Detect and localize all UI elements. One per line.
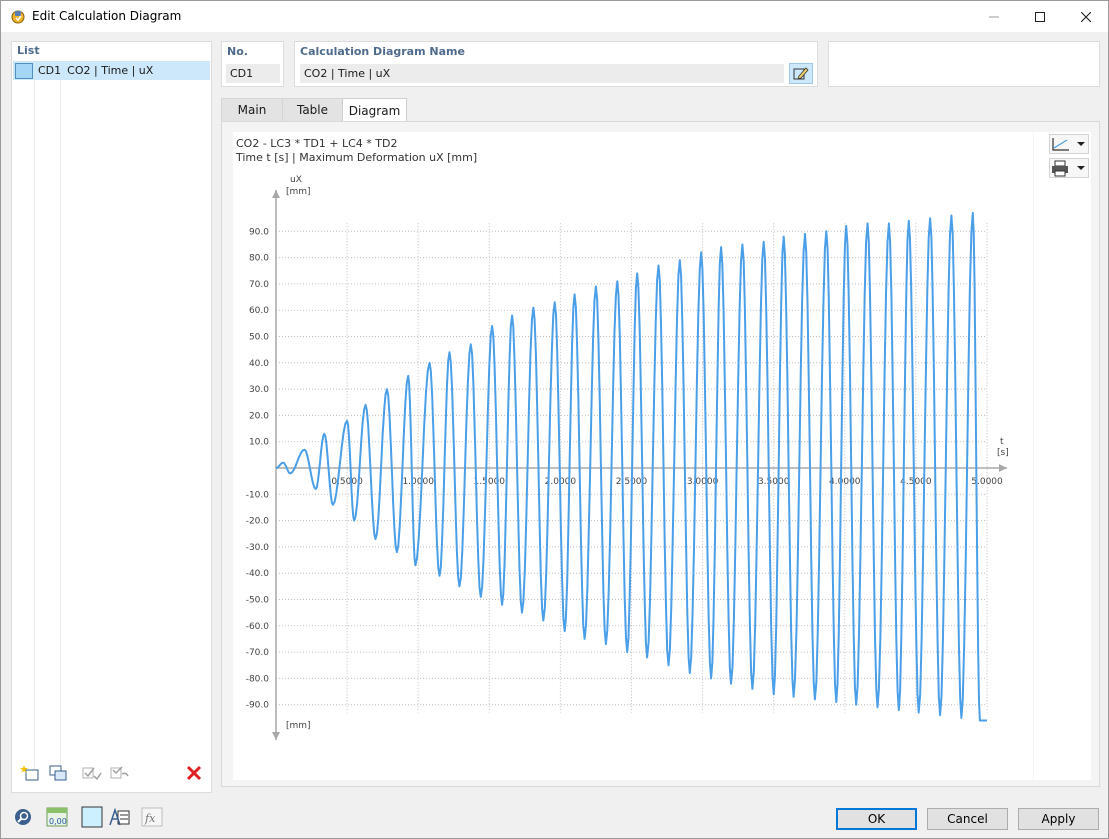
y-axis-label: uX: [290, 175, 302, 185]
y-tick-label: -10.0: [246, 490, 270, 500]
y-tick-label: -70.0: [246, 648, 270, 658]
print-button[interactable]: [1049, 158, 1089, 178]
y-tick-label: -60.0: [246, 622, 270, 632]
name-panel: Calculation Diagram Name CO2 | Time | uX: [294, 41, 818, 87]
close-button[interactable]: [1063, 1, 1109, 32]
edit-name-button[interactable]: [789, 63, 813, 84]
tab-diagram[interactable]: Diagram: [342, 98, 407, 122]
series-line: [275, 211, 988, 722]
x-axis-arrow: [999, 464, 1007, 472]
formula-button[interactable]: fx: [140, 806, 164, 828]
y-axis-arrow-top: [272, 190, 280, 198]
minimize-icon: [989, 16, 999, 17]
y-tick-label: -40.0: [246, 569, 270, 579]
uncheck-items-button[interactable]: [108, 762, 132, 784]
y-tick-label: 90.0: [249, 227, 269, 237]
search-icon: [15, 809, 31, 825]
y-tick-label: 10.0: [249, 438, 269, 448]
plot-area: CO2 - LC3 * TD1 + LC4 * TD2 Time t [s] |…: [233, 132, 1033, 780]
maximize-button[interactable]: [1017, 1, 1063, 32]
formula-icon: fx: [141, 807, 163, 827]
dialog-window: Edit Calculation Diagram List CD1 CO2 | …: [0, 0, 1109, 839]
maximize-icon: [1035, 11, 1045, 22]
y-tick-label: 80.0: [249, 254, 269, 264]
decimals-icon: 0,00: [46, 807, 68, 827]
search-button[interactable]: [11, 806, 35, 828]
model-view-button[interactable]: [107, 806, 131, 828]
list-column-guide: [60, 80, 61, 770]
chart-svg: uX [mm] [mm] t[s] 90.0 80.0 70.0 60.0 50.0 40.0 30…: [246, 175, 1009, 740]
app-icon: [11, 10, 25, 24]
svg-text:fx: fx: [144, 812, 156, 825]
y-tick-label: 70.0: [249, 280, 269, 290]
x-tick-label: 1.5000: [474, 477, 506, 487]
x-tick-label: 1.0000: [402, 477, 434, 487]
y-tick-label: -50.0: [246, 596, 270, 606]
title-bar: Edit Calculation Diagram: [1, 1, 1108, 32]
y-axis-arrow-bottom: [272, 732, 280, 740]
number-field: CD1: [226, 64, 280, 83]
list-item[interactable]: CD1 CO2 | Time | uX: [13, 61, 210, 80]
x-tick-label: 3.5000: [758, 477, 790, 487]
comment-panel: [828, 41, 1100, 87]
x-axis-unit: [s]: [997, 448, 1009, 458]
color-toggle-button[interactable]: [80, 806, 104, 828]
number-caption: No.: [227, 45, 248, 58]
new-item-button[interactable]: [18, 762, 42, 784]
list-column-guide: [34, 80, 35, 770]
color-square-icon: [81, 806, 103, 828]
name-caption: Calculation Diagram Name: [300, 45, 465, 58]
diagram-options-button[interactable]: [1049, 134, 1089, 154]
tab-table[interactable]: Table: [282, 98, 343, 121]
list-item-id: CD1: [38, 64, 62, 77]
list-panel: List CD1 CO2 | Time | uX: [11, 41, 212, 793]
units-decimals-button[interactable]: 0,00: [45, 806, 69, 828]
y-tick-label: 40.0: [249, 359, 269, 369]
list-caption: List: [17, 44, 40, 57]
list-item-name: CO2 | Time | uX: [67, 64, 154, 77]
check-items-button[interactable]: [80, 762, 104, 784]
copy-item-icon: [49, 765, 67, 781]
check-icon: [82, 767, 102, 781]
y-tick-label: -20.0: [246, 517, 270, 527]
uncheck-icon: [110, 766, 129, 779]
y-axis-unit-bottom: [mm]: [286, 721, 311, 731]
cancel-button[interactable]: Cancel: [927, 808, 1008, 830]
diagram-side-toolbar: [1034, 132, 1091, 780]
list-item-color-swatch: [15, 62, 33, 79]
x-axis-label: t: [1000, 437, 1004, 447]
diagram-panel: CO2 - LC3 * TD1 + LC4 * TD2 Time t [s] |…: [221, 121, 1100, 787]
printer-icon: [1052, 160, 1085, 177]
close-icon: [1081, 11, 1091, 22]
y-tick-label: 20.0: [249, 411, 269, 421]
edit-icon: [793, 66, 809, 80]
window-title: Edit Calculation Diagram: [32, 9, 182, 23]
apply-button[interactable]: Apply: [1018, 808, 1099, 830]
number-panel: No. CD1: [221, 41, 284, 87]
delete-item-button[interactable]: [182, 762, 206, 784]
new-item-icon: [20, 765, 39, 781]
minimize-button[interactable]: [971, 1, 1017, 32]
copy-item-button[interactable]: [46, 762, 70, 784]
x-tick-label: 4.0000: [829, 477, 861, 487]
delete-icon: [186, 765, 202, 781]
y-tick-label: -80.0: [246, 674, 270, 684]
list-toolbar: [18, 762, 208, 784]
y-tick-label: 50.0: [249, 333, 269, 343]
tab-main[interactable]: Main: [221, 98, 283, 121]
svg-text:0,00: 0,00: [49, 817, 67, 826]
ok-button[interactable]: OK: [836, 808, 917, 830]
y-tick-label: -30.0: [246, 543, 270, 553]
structure-icon: [109, 807, 130, 826]
y-tick-label: 60.0: [249, 306, 269, 316]
x-tick-label: 3.0000: [687, 477, 719, 487]
y-tick-label: -90.0: [246, 701, 270, 711]
y-axis-unit-top: [mm]: [286, 187, 311, 197]
y-tick-label: 30.0: [249, 385, 269, 395]
x-tick-label: 4.5000: [900, 477, 932, 487]
diagram-axes-icon: [1052, 138, 1085, 151]
name-field[interactable]: CO2 | Time | uX: [300, 64, 784, 83]
